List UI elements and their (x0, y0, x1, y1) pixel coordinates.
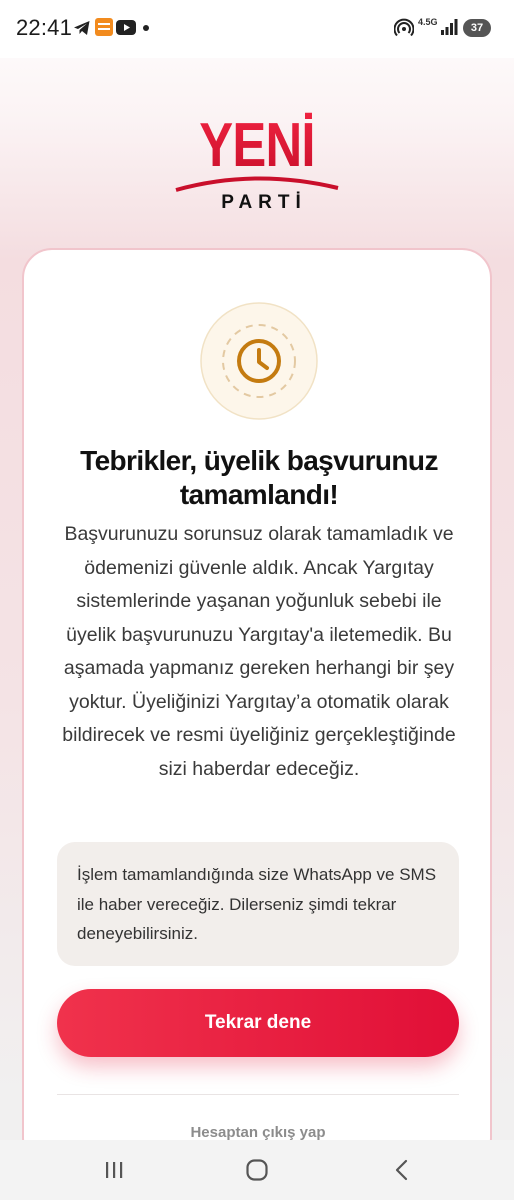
network-type: 4.5G (418, 17, 438, 27)
hotspot-icon (393, 18, 415, 43)
info-notice: İşlem tamamlandığında size WhatsApp ve S… (57, 842, 459, 966)
divider (57, 1094, 459, 1095)
success-title: Tebrikler, üyelik başvurunuz tamamlandı! (80, 445, 438, 510)
navigation-bar (0, 1140, 514, 1200)
telegram-icon (72, 18, 92, 43)
battery-indicator: 37 (463, 19, 491, 37)
app-notification-icon (94, 17, 114, 42)
back-icon[interactable] (357, 1140, 447, 1200)
recent-apps-icon[interactable] (69, 1140, 159, 1200)
logout-link[interactable]: Hesaptan çıkış yap (57, 1124, 459, 1141)
signal-icon (440, 18, 458, 41)
status-bar: 22:41 4.5G 37 (0, 0, 514, 58)
yeni-parti-logo: YENİ PARTİ (170, 104, 345, 214)
clock-icon (200, 302, 318, 420)
success-card: Tebrikler, üyelik başvurunuz tamamlandı!… (22, 248, 492, 1168)
success-message: Başvurunuzu sorunsuz olarak tamamladık v… (62, 523, 456, 780)
more-notifications-dot (143, 25, 149, 31)
retry-button[interactable]: Tekrar dene (57, 989, 459, 1057)
status-time: 22:41 (16, 15, 73, 40)
home-icon[interactable] (212, 1140, 302, 1200)
svg-text:YENİ: YENİ (199, 111, 314, 180)
svg-text:PARTİ: PARTİ (221, 192, 307, 213)
youtube-icon (116, 19, 136, 42)
